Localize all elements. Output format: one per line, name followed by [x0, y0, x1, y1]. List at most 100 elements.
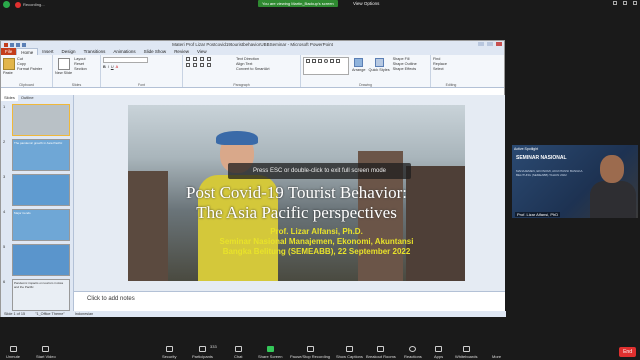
triangle-shape-icon[interactable] [330, 59, 334, 63]
bullets-icon[interactable] [186, 57, 190, 61]
view-options-button[interactable]: View Options [350, 0, 382, 7]
slides-pane: Slides Outline 1 2 The pandemic growth i… [1, 95, 74, 319]
tab-slides[interactable]: Slides [1, 95, 18, 101]
tab-view[interactable]: View [193, 48, 211, 55]
close-icon[interactable] [633, 1, 637, 5]
increase-indent-icon[interactable] [207, 57, 211, 61]
decrease-indent-icon[interactable] [200, 57, 204, 61]
pp-title-bar: Materi Prof Lizar Postcovid19touristbeha… [1, 41, 504, 48]
end-meeting-button[interactable]: End [619, 347, 636, 357]
speaker-body [590, 181, 636, 218]
paste-button[interactable]: Paste [3, 71, 15, 76]
bold-button[interactable]: B [103, 65, 106, 70]
new-slide-icon[interactable] [57, 58, 70, 70]
spotlight-badge: Active Spotlight [514, 147, 539, 151]
chat-label: Chat [234, 354, 243, 359]
align-left-icon[interactable] [186, 63, 190, 67]
slide-thumbnail[interactable] [12, 174, 70, 206]
slide-thumbnail[interactable]: The pandemic growth in Asia Pacific [12, 139, 70, 171]
select-button[interactable]: Select [433, 67, 469, 72]
pause-stop-recording-button[interactable]: Pause/Stop Recording [290, 346, 330, 359]
slide-thumbnail[interactable]: Pandemic impacts on tourism in Asia and … [12, 279, 70, 311]
justify-icon[interactable] [207, 63, 211, 67]
slide-thumbnail[interactable] [12, 244, 70, 276]
font-color-button[interactable]: A [116, 65, 119, 70]
share-screen-icon [266, 346, 274, 352]
tab-design[interactable]: Design [58, 48, 80, 55]
whiteboards-button[interactable]: Whiteboards [455, 346, 477, 359]
whiteboard-icon [462, 346, 470, 352]
reactions-label: Reactions [404, 354, 422, 359]
quick-styles-button[interactable]: Quick Styles [369, 68, 390, 73]
captions-icon [345, 346, 353, 352]
pp-restore-icon[interactable] [487, 42, 493, 46]
convert-smartart-button[interactable]: Convert to SmartArt [236, 67, 270, 72]
unmute-label: Unmute [6, 354, 21, 359]
apps-button[interactable]: Apps [434, 346, 443, 359]
chat-button[interactable]: Chat [234, 346, 242, 359]
new-slide-button[interactable]: New Slide [55, 71, 72, 76]
breakout-rooms-button[interactable]: Breakout Rooms [366, 346, 396, 359]
italic-button[interactable]: I [108, 65, 109, 70]
tab-file[interactable]: File [1, 48, 17, 55]
section-button[interactable]: Section [74, 67, 87, 72]
pause-stop-recording-label: Pause/Stop Recording [290, 354, 331, 359]
show-captions-button[interactable]: Show Captions [336, 346, 363, 359]
quick-styles-icon[interactable] [374, 58, 384, 67]
slide-thumbnail[interactable]: Major trends [12, 209, 70, 241]
arrange-button[interactable]: Arrange [352, 68, 366, 73]
maximize-icon[interactable] [623, 1, 627, 5]
share-screen-button[interactable]: Share Screen [258, 346, 282, 359]
drawing-group-label: Drawing [359, 83, 372, 87]
thumb-text: Major trends [14, 211, 31, 215]
tab-insert[interactable]: Insert [38, 48, 57, 55]
unmute-button[interactable]: Unmute [6, 346, 20, 359]
arrow-shape-icon[interactable] [312, 59, 316, 63]
security-button[interactable]: Security [162, 346, 176, 359]
font-family-select[interactable] [103, 57, 148, 63]
align-right-icon[interactable] [200, 63, 204, 67]
underline-button[interactable]: U [111, 65, 114, 70]
pp-close-icon[interactable] [496, 42, 502, 46]
powerpoint-window: Materi Prof Lizar Postcovid19touristbeha… [0, 40, 506, 319]
shapes-gallery[interactable] [303, 57, 349, 75]
numbering-icon[interactable] [193, 57, 197, 61]
tab-review[interactable]: Review [170, 48, 193, 55]
minimize-icon[interactable] [613, 1, 617, 5]
oval-shape-icon[interactable] [324, 59, 328, 63]
ellipsis-icon [493, 346, 500, 352]
notes-pane[interactable]: Click to add notes [74, 291, 505, 312]
line-shape-icon[interactable] [306, 59, 310, 63]
current-slide[interactable]: Press ESC or double-click to exit full s… [128, 105, 465, 281]
thumb-number: 3 [3, 174, 6, 179]
tab-transitions[interactable]: Transitions [80, 48, 110, 55]
language: Indonesian [74, 312, 94, 316]
pp-minimize-icon[interactable] [478, 42, 484, 46]
paste-icon[interactable] [3, 58, 15, 70]
tab-outline[interactable]: Outline [18, 95, 37, 101]
microphone-icon [9, 346, 17, 352]
tab-slide-show[interactable]: Slide Show [140, 48, 171, 55]
slide-event-line2: Bangka Belitung (SEMEABB), 22 September … [222, 247, 411, 256]
star-shape-icon[interactable] [336, 59, 340, 63]
format-painter-button[interactable]: Format Painter [17, 67, 42, 72]
slide-title: Post Covid-19 Tourist Behavior: The Asia… [128, 183, 465, 223]
reactions-button[interactable]: Reactions [404, 346, 422, 359]
security-label: Security [162, 354, 177, 359]
align-center-icon[interactable] [193, 63, 197, 67]
clipboard-group-label: Clipboard [19, 83, 34, 87]
thumb-text [13, 175, 69, 177]
pp-window-title: Materi Prof Lizar Postcovid19touristbeha… [172, 42, 333, 47]
slide-thumbnail[interactable] [12, 104, 70, 136]
arrange-icon[interactable] [354, 58, 364, 67]
breakout-rooms-icon [377, 346, 385, 352]
more-button[interactable]: More [492, 346, 501, 359]
rectangle-shape-icon[interactable] [318, 59, 322, 63]
speaker-video-tile[interactable]: Active Spotlight SEMINAR NASIONAL MANAJE… [512, 145, 638, 218]
start-video-button[interactable]: Start Video [36, 346, 56, 359]
thumb-text [13, 245, 69, 247]
apps-label: Apps [434, 354, 444, 359]
tab-animations[interactable]: Animations [109, 48, 139, 55]
shape-effects-button[interactable]: Shape Effects [393, 67, 417, 72]
drawing-group: Arrange Quick Styles Shape Fill Shape Ou… [301, 55, 431, 87]
